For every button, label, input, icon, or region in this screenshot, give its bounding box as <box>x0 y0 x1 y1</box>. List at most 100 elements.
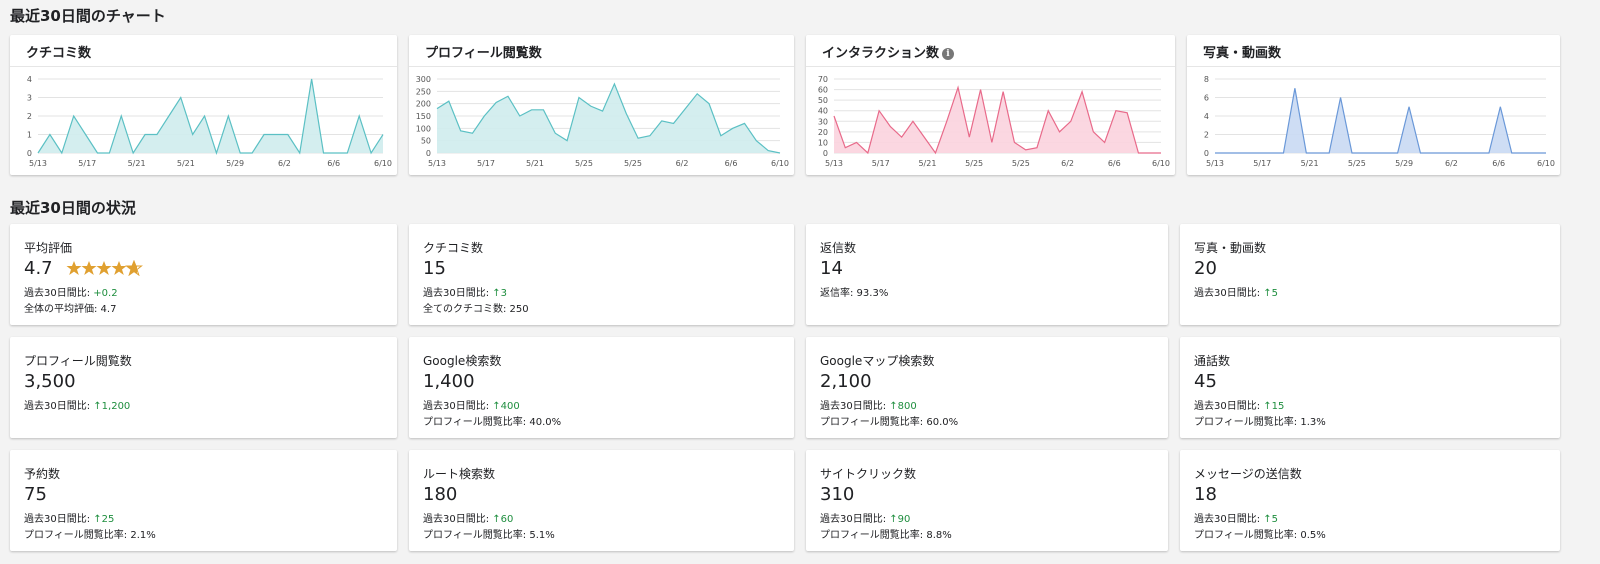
stat-value: 1,400 <box>423 371 475 392</box>
x-tick-label: 6/6 <box>1108 159 1121 168</box>
stat-label: プロフィール閲覧数 <box>24 354 132 368</box>
x-tick-label: 5/25 <box>624 159 642 168</box>
chart-title: クチコミ数 <box>26 46 92 61</box>
y-tick-label: 70 <box>818 75 828 84</box>
profile-views-area-chart: 0 50 100 150 200 250 300 5/13 5/17 5/21 5/25 5/25 6/… <box>416 75 789 168</box>
x-tick-label: 5/17 <box>78 159 96 168</box>
x-tick-label: 5/21 <box>128 159 146 168</box>
comparison-delta: ↑1,200 <box>93 401 131 412</box>
comparison-label: 過去30日間比: <box>24 514 94 525</box>
x-tick-label: 6/2 <box>676 159 689 168</box>
stat-subtext: プロフィール閲覧比率: 1.3% <box>1194 417 1326 428</box>
stat-card-google-maps-search: Googleマップ検索数 2,100 過去30日間比: ↑800 プロフィール閲… <box>806 337 1168 438</box>
chart-title-text: インタラクション数 <box>822 46 940 61</box>
comparison-delta: ↑3 <box>492 288 508 299</box>
stat-label: 返信数 <box>820 241 857 255</box>
x-tick-label: 6/2 <box>1061 159 1074 168</box>
stat-value: 18 <box>1194 484 1217 505</box>
stat-value: 20 <box>1194 258 1217 279</box>
stat-card-reviews: クチコミ数 15 過去30日間比: ↑3 全てのクチコミ数: 250 <box>409 224 794 325</box>
stat-comparison: 過去30日間比: ↑15 <box>1194 397 1284 412</box>
x-tick-label: 5/21 <box>918 159 936 168</box>
half-star-icon <box>126 260 142 276</box>
stat-card-bookings: 予約数 75 過去30日間比: ↑25 プロフィール閲覧比率: 2.1% <box>10 450 397 551</box>
comparison-delta: ↑60 <box>492 514 514 525</box>
stat-card-calls: 通話数 45 過去30日間比: ↑15 プロフィール閲覧比率: 1.3% <box>1180 337 1560 438</box>
y-tick-label: 200 <box>416 100 431 109</box>
stat-label: 平均評価 <box>24 241 73 255</box>
x-tick-label: 5/21 <box>1301 159 1319 168</box>
stat-value: 45 <box>1194 371 1217 392</box>
y-tick-label: 3 <box>27 94 32 103</box>
y-tick-label: 30 <box>818 117 828 126</box>
x-tick-label: 5/25 <box>965 159 983 168</box>
chart-card-interactions: インタラクション数 i 0 10 20 30 40 50 60 70 5/13 5/17 5/21 5/… <box>806 35 1175 175</box>
stat-card-site-clicks: サイトクリック数 310 過去30日間比: ↑90 プロフィール閲覧比率: 8.… <box>806 450 1168 551</box>
y-tick-label: 0 <box>1204 149 1209 158</box>
stat-card-google-search: Google検索数 1,400 過去30日間比: ↑400 プロフィール閲覧比率… <box>409 337 794 438</box>
x-tick-label: 5/13 <box>428 159 446 168</box>
x-tick-label: 5/13 <box>29 159 47 168</box>
y-tick-label: 1 <box>27 131 32 140</box>
status-section-title: 最近30日間の状況 <box>10 199 136 217</box>
stat-label: 予約数 <box>24 467 61 481</box>
stat-comparison: 過去30日間比: +0.2 <box>24 284 118 299</box>
star-icon <box>111 261 127 275</box>
comparison-label: 過去30日間比: <box>423 288 493 299</box>
stat-value: 14 <box>820 258 843 279</box>
y-tick-label: 2 <box>27 112 32 121</box>
comparison-label: 過去30日間比: <box>820 514 890 525</box>
comparison-delta: ↑90 <box>889 514 911 525</box>
stat-label: ルート検索数 <box>423 467 496 481</box>
comparison-label: 過去30日間比: <box>24 401 94 412</box>
x-tick-label: 5/21 <box>526 159 544 168</box>
x-tick-label: 5/29 <box>226 159 244 168</box>
comparison-delta: +0.2 <box>93 288 118 299</box>
x-tick-label: 6/10 <box>374 159 392 168</box>
y-tick-label: 100 <box>416 124 431 133</box>
stat-comparison: 過去30日間比: ↑60 <box>423 510 513 525</box>
stat-card-route-search: ルート検索数 180 過去30日間比: ↑60 プロフィール閲覧比率: 5.1% <box>409 450 794 551</box>
rating-stars <box>66 260 142 276</box>
y-tick-label: 0 <box>27 149 32 158</box>
star-icon <box>81 261 97 275</box>
comparison-label: 過去30日間比: <box>423 514 493 525</box>
x-tick-label: 6/10 <box>1537 159 1555 168</box>
comparison-delta: ↑15 <box>1263 401 1285 412</box>
stat-comparison: 過去30日間比: ↑5 <box>1194 284 1278 299</box>
stat-card-average-rating: 平均評価 4.7 過去30日間比: +0.2 全体の平均評価: 4.7 <box>10 224 397 325</box>
stat-label: サイトクリック数 <box>820 467 917 481</box>
y-tick-label: 50 <box>818 96 828 105</box>
area-fill <box>437 83 780 153</box>
stat-subtext: プロフィール閲覧比率: 8.8% <box>820 530 952 541</box>
stat-label: 通話数 <box>1194 354 1231 368</box>
charts-section-title: 最近30日間のチャート <box>10 7 166 25</box>
stat-value: 180 <box>423 484 458 505</box>
x-tick-label: 5/17 <box>1253 159 1271 168</box>
x-tick-label: 5/25 <box>575 159 593 168</box>
comparison-delta: ↑800 <box>889 401 917 412</box>
stat-label: Googleマップ検索数 <box>820 354 935 368</box>
comparison-delta: ↑5 <box>1263 514 1279 525</box>
x-tick-label: 6/6 <box>327 159 340 168</box>
comparison-delta: ↑400 <box>492 401 520 412</box>
x-tick-label: 6/2 <box>278 159 291 168</box>
stat-card-profile-views: プロフィール閲覧数 3,500 過去30日間比: ↑1,200 <box>10 337 397 438</box>
stat-card-messages: メッセージの送信数 18 過去30日間比: ↑5 プロフィール閲覧比率: 0.5… <box>1180 450 1560 551</box>
chart-card-reviews: クチコミ数 0 1 2 3 4 5/13 5/17 5/21 5/21 5/29 6/2 6/6 6/1… <box>10 35 397 175</box>
info-icon[interactable]: i <box>942 48 955 60</box>
comparison-label: 過去30日間比: <box>820 401 890 412</box>
x-tick-label: 5/25 <box>1012 159 1030 168</box>
y-tick-label: 150 <box>416 112 431 121</box>
y-tick-label: 6 <box>1204 94 1209 103</box>
stat-card-photos: 写真・動画数 20 過去30日間比: ↑5 <box>1180 224 1560 325</box>
chart-title: 写真・動画数 <box>1203 46 1282 61</box>
star-icon <box>66 261 82 275</box>
x-tick-label: 6/10 <box>1152 159 1170 168</box>
y-tick-label: 250 <box>416 87 431 96</box>
stat-value: 310 <box>820 484 855 505</box>
y-tick-label: 8 <box>1204 75 1209 84</box>
comparison-label: 過去30日間比: <box>24 288 94 299</box>
y-tick-label: 60 <box>818 86 828 95</box>
stat-subtext: 全てのクチコミ数: 250 <box>423 304 529 315</box>
